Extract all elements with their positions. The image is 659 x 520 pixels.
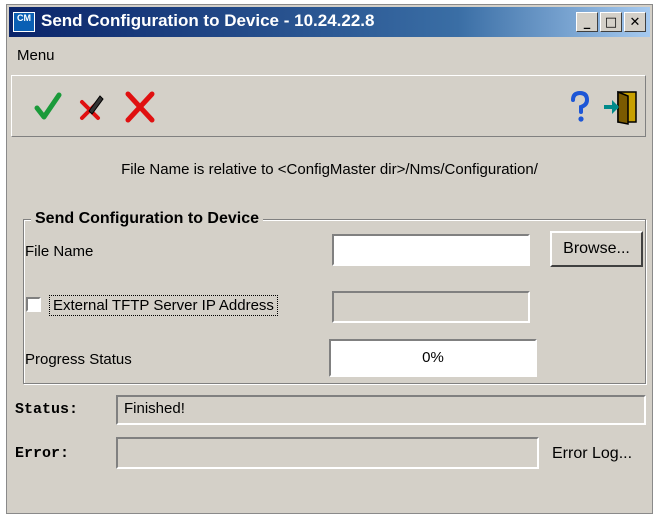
app-icon[interactable]: CM <box>13 12 35 32</box>
progress-status-label: Progress Status <box>25 351 132 368</box>
menu-item-menu[interactable]: Menu <box>17 47 55 64</box>
pen-cross-icon[interactable] <box>76 92 106 122</box>
window-title: Send Configuration to Device - 10.24.22.… <box>41 11 375 30</box>
maximize-button[interactable]: □ <box>600 12 622 32</box>
exit-door-icon[interactable] <box>602 88 640 126</box>
window-controls: _ □ ✕ <box>576 12 646 32</box>
error-log-link[interactable]: Error Log... <box>552 445 632 463</box>
toolbar <box>11 75 646 137</box>
error-label: Error: <box>15 445 70 462</box>
error-field <box>116 437 539 469</box>
dialog-window: CM Send Configuration to Device - 10.24.… <box>6 4 653 514</box>
tftp-ip-input <box>332 291 530 323</box>
title-bar[interactable]: CM Send Configuration to Device - 10.24.… <box>9 7 650 37</box>
close-button[interactable]: ✕ <box>624 12 646 32</box>
browse-button[interactable]: Browse... <box>550 231 643 267</box>
status-label: Status: <box>15 401 79 418</box>
file-name-input[interactable] <box>332 234 530 266</box>
status-field: Finished! <box>116 395 646 425</box>
tftp-checkbox[interactable] <box>26 297 41 312</box>
check-icon[interactable] <box>34 92 62 122</box>
relative-path-note: File Name is relative to <ConfigMaster d… <box>121 161 538 178</box>
file-name-label: File Name <box>25 243 94 260</box>
help-icon[interactable] <box>568 90 592 124</box>
red-x-icon[interactable] <box>124 90 156 124</box>
minimize-button[interactable]: _ <box>576 12 598 32</box>
group-title: Send Configuration to Device <box>31 210 264 228</box>
tftp-label[interactable]: External TFTP Server IP Address <box>49 295 278 316</box>
progress-bar: 0% <box>329 339 537 377</box>
